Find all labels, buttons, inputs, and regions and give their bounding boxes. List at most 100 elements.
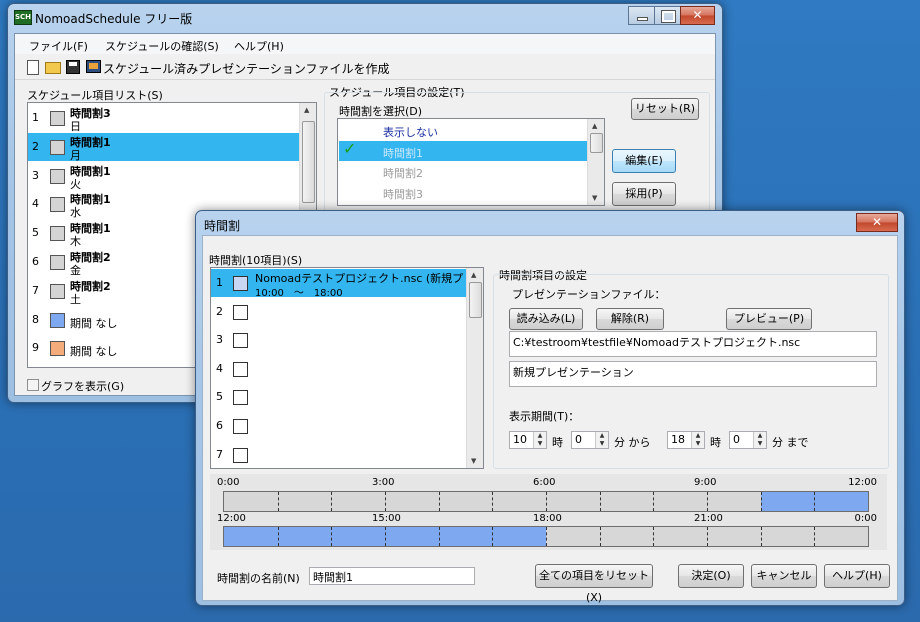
item-subtitle: 水	[70, 206, 81, 220]
new-file-icon[interactable]	[27, 60, 39, 75]
menu-help[interactable]: ヘルプ(H)	[234, 38, 284, 54]
color-swatch	[233, 447, 248, 463]
graph-checkbox[interactable]	[27, 379, 39, 391]
schedule-list-item[interactable]: 2 時間割1 月	[28, 132, 299, 162]
close-button[interactable]: ✕	[680, 6, 715, 25]
color-swatch	[50, 197, 65, 213]
end-hour-unit: 時	[710, 436, 721, 449]
schedule-list-item[interactable]: 1 時間割3 日	[28, 104, 299, 133]
start-min-spinner[interactable]: 0 ▲ ▼	[571, 431, 609, 449]
timeline-top-labels: 0:00 3:00 6:00 9:00 12:00	[217, 477, 877, 489]
option-timetable-2[interactable]: 時間割2	[338, 163, 604, 181]
end-min-spinner[interactable]: 0 ▲ ▼	[729, 431, 767, 449]
timeline-tick	[331, 527, 333, 546]
option-timetable-1[interactable]: ✓ 時間割1	[339, 139, 587, 161]
item-subtitle: 期間 なし	[70, 345, 118, 359]
timetable-list-scrollbar[interactable]: ▲ ▼	[587, 119, 604, 205]
item-subtitle: 火	[70, 177, 81, 191]
timeline-tick	[385, 492, 387, 511]
main-titlebar[interactable]: SCH NomoadSchedule フリー版 ✕	[8, 4, 722, 30]
load-button[interactable]: 読み込み(L)	[509, 308, 583, 330]
help-button[interactable]: ヘルプ(H)	[824, 564, 890, 588]
timetable-item[interactable]: 5	[211, 383, 466, 411]
ok-button[interactable]: 決定(O)	[678, 564, 744, 588]
color-swatch	[233, 419, 248, 434]
option-hide[interactable]: 表示しない	[338, 122, 604, 140]
spin-arrows-icon[interactable]: ▲ ▼	[691, 432, 704, 448]
timeline-tick-label: 21:00	[694, 513, 723, 524]
spin-arrows-icon[interactable]: ▲ ▼	[533, 432, 546, 448]
menu-file[interactable]: ファイル(F)	[29, 38, 88, 54]
timeline-tick	[599, 527, 602, 546]
timetable-item[interactable]: 6	[211, 412, 466, 440]
open-folder-icon[interactable]	[45, 62, 61, 74]
create-presentation-button[interactable]: スケジュール済みプレゼンテーションファイルを作成	[103, 60, 390, 77]
timeline-tick	[385, 527, 387, 546]
start-hour-spinner[interactable]: 10 ▲ ▼	[509, 431, 547, 449]
timeline-tick-label: 15:00	[372, 513, 401, 524]
timeline-tick-label: 0:00	[854, 513, 877, 524]
color-swatch	[50, 226, 65, 242]
presentation-file-label: プレゼンテーションファイル：	[512, 288, 666, 301]
adopt-button[interactable]: 採用(P)	[612, 182, 676, 206]
spin-arrows-icon[interactable]: ▲ ▼	[595, 432, 608, 448]
timeline-tick-label: 12:00	[848, 477, 877, 488]
window-title: NomoadSchedule フリー版	[35, 12, 193, 26]
item-subtitle: 木	[70, 235, 81, 249]
timetable-select-list[interactable]: 表示しない ✓ 時間割1 時間割2 時間割3 ▲ ▼	[337, 118, 605, 206]
schedule-list-item[interactable]: 3 時間割1 火	[28, 162, 299, 191]
item-subtitle: 月	[70, 148, 81, 162]
item-number: 1	[216, 276, 223, 289]
file-path-field: C:¥testroom¥testfile¥Nomoadテストプロジェクト.nsc	[509, 331, 877, 357]
timeline-tick-label: 9:00	[694, 477, 717, 488]
timetable-list-label: 時間割(10項目)(S)	[209, 254, 303, 267]
menu-schedule-check[interactable]: スケジュールの確認(S)	[105, 38, 219, 54]
timetable-item[interactable]: 2	[211, 298, 466, 326]
menu-bar: ファイル(F) スケジュールの確認(S) ヘルプ(H)	[15, 34, 715, 54]
dialog-close-button[interactable]: ✕	[856, 213, 898, 232]
spin-arrows-icon[interactable]: ▲ ▼	[753, 432, 766, 448]
timetable-item[interactable]: 4	[211, 355, 466, 383]
timeline-tick	[760, 527, 763, 546]
item-number: 4	[216, 361, 223, 375]
timetable-item[interactable]: 3	[211, 326, 466, 354]
end-min-to: 分 まで	[772, 436, 809, 449]
presentation-name-field: 新規プレゼンテーション	[509, 361, 877, 387]
timeline-tick	[438, 527, 441, 546]
timetable-item[interactable]: 7	[211, 441, 466, 468]
end-hour-spinner[interactable]: 18 ▲ ▼	[667, 431, 705, 449]
timeline-tick	[814, 492, 816, 511]
reset-all-button[interactable]: 全ての項目をリセット(X)	[535, 564, 653, 604]
maximize-button[interactable]	[654, 6, 681, 25]
dialog-titlebar[interactable]: 時間割 ✕	[196, 211, 904, 237]
timetable-item[interactable]: 1Nomoadテストプロジェクト.nsc (新規プレゼンテーション)10:00 …	[211, 269, 466, 299]
item-number: 1	[32, 111, 39, 124]
reset-button[interactable]: リセット(R)	[631, 98, 699, 120]
save-icon[interactable]	[66, 60, 80, 74]
cancel-button[interactable]: キャンセル	[751, 564, 817, 588]
color-swatch	[50, 283, 65, 299]
release-button[interactable]: 解除(R)	[596, 308, 664, 330]
item-number: 4	[32, 197, 39, 211]
preview-button[interactable]: プレビュー(P)	[726, 308, 812, 330]
item-number: 3	[216, 333, 223, 347]
edit-button[interactable]: 編集(E)	[612, 149, 676, 173]
option-timetable-3[interactable]: 時間割3	[338, 184, 604, 202]
item-subtitle: 土	[70, 292, 81, 306]
item-number: 7	[32, 283, 39, 297]
close-icon: ✕	[871, 215, 883, 229]
timeline-tick	[599, 492, 602, 511]
timetable-name-input[interactable]: 時間割1	[309, 567, 475, 585]
timeline-bottom-bar	[223, 526, 869, 547]
timeline-tick	[814, 527, 816, 546]
timeline-tick	[492, 492, 494, 511]
minimize-button[interactable]	[628, 6, 655, 25]
dialog-title: 時間割	[204, 219, 241, 233]
timeline-tick	[653, 492, 655, 511]
timetable-items-list[interactable]: ▲ ▼ 1Nomoadテストプロジェクト.nsc (新規プレゼンテーション)10…	[210, 267, 484, 469]
timeline-tick	[438, 492, 441, 511]
create-presentation-icon[interactable]	[86, 60, 101, 73]
item-number: 8	[32, 312, 39, 326]
timetable-items-scrollbar[interactable]: ▲ ▼	[466, 268, 483, 468]
timeline-tick	[653, 527, 655, 546]
